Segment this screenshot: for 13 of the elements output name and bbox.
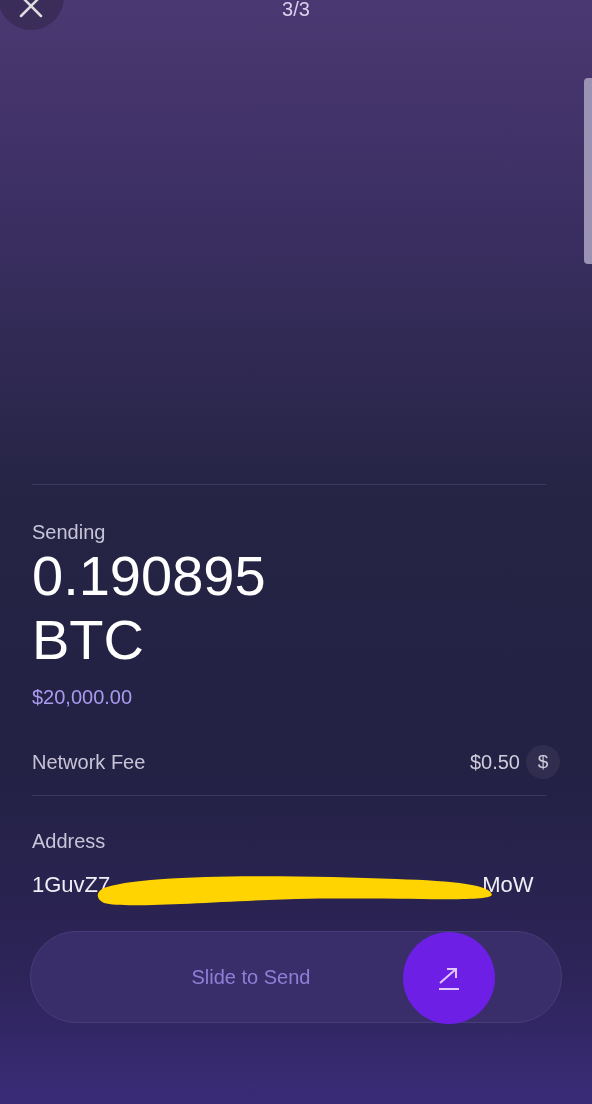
fiat-value: $20,000.00 [32,686,134,709]
slide-to-send-label: Slide to Send [191,965,311,989]
amount-unit: BTC [32,608,145,672]
amount-value: 0.190895 [32,544,267,608]
address-start: 1GuvZ7 [32,872,111,898]
fee-label: Network Fee [32,750,146,774]
sending-label: Sending [32,521,107,544]
address-label: Address [32,830,107,853]
close-icon [17,0,45,20]
fee-value: $0.50 [469,750,520,774]
address-end: MoW [482,872,534,898]
step-counter: 3/3 [282,0,310,20]
currency-toggle[interactable]: $ [526,745,560,779]
